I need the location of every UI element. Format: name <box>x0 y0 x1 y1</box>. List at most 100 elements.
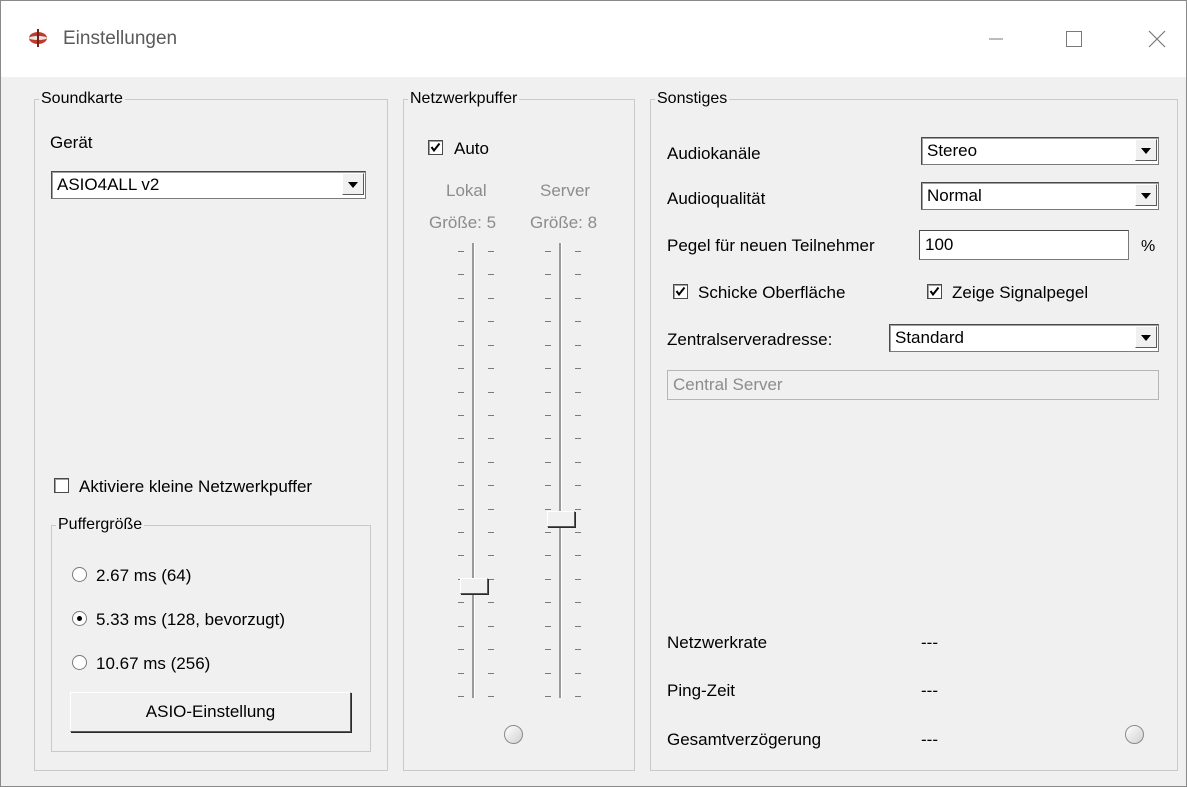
slider-tick <box>545 462 551 463</box>
chevron-down-icon[interactable] <box>1135 139 1157 161</box>
slider-tick <box>458 321 464 322</box>
slider-tick <box>458 298 464 299</box>
checkmark-icon <box>430 142 441 153</box>
slider-tick <box>488 368 494 369</box>
slider-tick <box>458 509 464 510</box>
small-buffers-label: Aktiviere kleine Netzwerkpuffer <box>79 477 313 496</box>
new-client-level-input[interactable]: 100 <box>919 230 1129 260</box>
slider-tick <box>545 368 551 369</box>
slider-tick <box>488 274 494 275</box>
jamulus-app-icon <box>29 29 47 47</box>
slider-tick <box>575 509 581 510</box>
local-size-label: Größe: 5 <box>429 213 497 232</box>
buffer-option-128-label[interactable]: 5.33 ms (128, bevorzugt) <box>96 609 285 631</box>
slider-tick <box>575 368 581 369</box>
central-server-label: Zentralserveradresse: <box>667 330 833 349</box>
slider-tick <box>545 509 551 510</box>
slider-tick <box>488 649 494 650</box>
buffer-option-256-label[interactable]: 10.67 ms (256) <box>96 653 210 675</box>
chevron-down-icon[interactable] <box>342 173 364 195</box>
audio-quality-select[interactable]: Normal <box>921 182 1159 210</box>
slider-track[interactable] <box>472 243 475 698</box>
network-rate-value: --- <box>921 633 938 652</box>
maximize-icon <box>1066 31 1082 47</box>
slider-track[interactable] <box>559 243 562 698</box>
slider-tick <box>575 649 581 650</box>
device-select[interactable]: ASIO4ALL v2 <box>51 171 366 199</box>
show-levels-checkbox[interactable] <box>927 284 942 299</box>
local-buffer-slider[interactable] <box>450 243 500 703</box>
slider-thumb[interactable] <box>547 511 575 527</box>
slider-tick <box>488 321 494 322</box>
buffer-option-128-radio[interactable] <box>72 611 87 626</box>
slider-tick <box>575 438 581 439</box>
delay-status-led <box>1125 725 1144 744</box>
asio-settings-button[interactable]: ASIO-Einstellung <box>70 692 351 732</box>
slider-tick <box>545 579 551 580</box>
minimize-icon <box>989 38 1003 40</box>
audio-quality-label: Audioqualität <box>667 189 766 208</box>
audio-channels-select[interactable]: Stereo <box>921 137 1159 165</box>
slider-tick <box>488 415 494 416</box>
fancy-skin-checkbox[interactable] <box>673 284 688 299</box>
server-buffer-slider[interactable] <box>537 243 587 703</box>
small-buffers-checkbox[interactable] <box>54 478 69 493</box>
ping-time-value: --- <box>921 681 938 700</box>
slider-tick <box>545 345 551 346</box>
slider-tick <box>458 274 464 275</box>
slider-tick <box>545 274 551 275</box>
slider-tick <box>545 251 551 252</box>
ping-time-label: Ping-Zeit <box>667 681 736 700</box>
slider-tick <box>488 626 494 627</box>
slider-tick <box>458 602 464 603</box>
slider-tick <box>575 532 581 533</box>
slider-tick <box>545 392 551 393</box>
device-select-value: ASIO4ALL v2 <box>57 175 160 194</box>
minimize-button[interactable] <box>971 17 1021 61</box>
slider-tick <box>575 415 581 416</box>
slider-tick <box>545 415 551 416</box>
buffer-option-64-label[interactable]: 2.67 ms (64) <box>96 565 191 587</box>
server-size-label: Größe: 8 <box>530 213 598 232</box>
slider-tick <box>575 673 581 674</box>
slider-tick <box>545 649 551 650</box>
audio-channels-label: Audiokanäle <box>667 144 761 163</box>
slider-tick <box>458 696 464 697</box>
close-button[interactable] <box>1132 17 1182 61</box>
slider-tick <box>545 626 551 627</box>
buffer-option-64-radio[interactable] <box>72 567 87 582</box>
buffer-size-legend: Puffergröße <box>56 515 145 535</box>
maximize-button[interactable] <box>1049 17 1099 61</box>
slider-tick <box>488 298 494 299</box>
audio-channels-value: Stereo <box>927 141 978 160</box>
slider-tick <box>488 438 494 439</box>
slider-tick <box>488 532 494 533</box>
slider-tick <box>458 392 464 393</box>
buffer-option-256-radio[interactable] <box>72 655 87 670</box>
buffer-size-group: Puffergröße 2.67 ms (64) 5.33 ms (128, b… <box>51 515 371 752</box>
slider-thumb[interactable] <box>460 578 488 594</box>
checkmark-icon <box>675 286 686 297</box>
slider-tick <box>575 321 581 322</box>
slider-tick <box>575 251 581 252</box>
slider-tick <box>458 532 464 533</box>
central-server-select[interactable]: Standard <box>889 324 1159 352</box>
network-rate-label: Netzwerkrate <box>667 633 768 652</box>
slider-tick <box>458 368 464 369</box>
slider-tick <box>575 579 581 580</box>
central-server-address-input[interactable]: Central Server <box>667 370 1159 400</box>
fancy-skin-label: Schicke Oberfläche <box>698 283 846 302</box>
sonstiges-group: Sonstiges Audiokanäle Stereo Audioqualit… <box>650 89 1178 771</box>
slider-tick <box>575 274 581 275</box>
chevron-down-icon[interactable] <box>1135 184 1157 206</box>
slider-tick <box>545 555 551 556</box>
slider-tick <box>545 298 551 299</box>
slider-tick <box>575 696 581 697</box>
slider-tick <box>545 696 551 697</box>
auto-checkbox[interactable] <box>428 140 443 155</box>
local-label: Lokal <box>446 181 487 200</box>
slider-tick <box>488 579 494 580</box>
title-bar[interactable]: Einstellungen <box>1 1 1186 77</box>
chevron-down-icon[interactable] <box>1135 326 1157 348</box>
slider-tick <box>458 345 464 346</box>
